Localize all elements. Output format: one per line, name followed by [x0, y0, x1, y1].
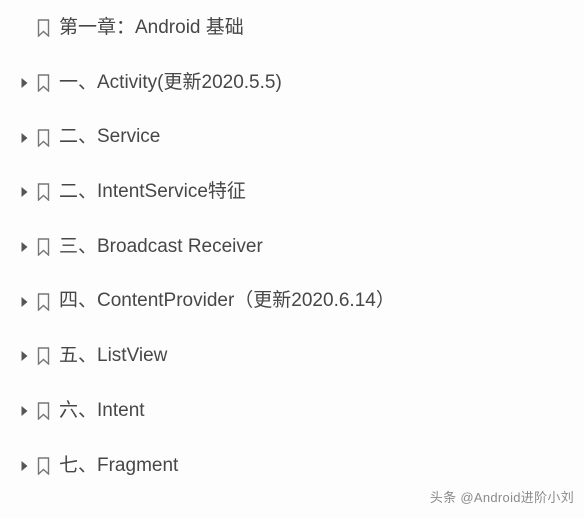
outline-list: 第一章：Android 基础 一、Activity(更新2020.5.5) 二、… [18, 16, 584, 478]
bookmark-icon [36, 74, 51, 92]
outline-item-label: 七、Fragment [59, 454, 178, 479]
outline-item-label: 六、Intent [59, 399, 145, 424]
expand-arrow-icon[interactable] [18, 460, 30, 472]
outline-item[interactable]: 二、IntentService特征 [18, 180, 584, 205]
outline-item-label: 四、ContentProvider（更新2020.6.14） [59, 289, 395, 314]
outline-item[interactable]: 四、ContentProvider（更新2020.6.14） [18, 289, 584, 314]
outline-item-label: 一、Activity(更新2020.5.5) [59, 71, 282, 96]
outline-item[interactable]: 二、Service [18, 125, 584, 150]
bookmark-icon [36, 19, 51, 37]
outline-item[interactable]: 六、Intent [18, 399, 584, 424]
bookmark-icon [36, 129, 51, 147]
outline-item[interactable]: 三、Broadcast Receiver [18, 235, 584, 260]
bookmark-icon [36, 347, 51, 365]
expand-arrow-icon[interactable] [18, 132, 30, 144]
bookmark-icon [36, 183, 51, 201]
outline-item[interactable]: 七、Fragment [18, 454, 584, 479]
outline-item-label: 第一章：Android 基础 [59, 16, 244, 41]
outline-item[interactable]: 一、Activity(更新2020.5.5) [18, 71, 584, 96]
outline-item-label: 二、Service [59, 125, 160, 150]
outline-item[interactable]: 第一章：Android 基础 [18, 16, 584, 41]
bookmark-icon [36, 293, 51, 311]
expand-arrow-icon[interactable] [18, 405, 30, 417]
outline-item-label: 二、IntentService特征 [59, 180, 246, 205]
expand-arrow-icon[interactable] [18, 296, 30, 308]
outline-item-label: 三、Broadcast Receiver [59, 235, 263, 260]
watermark-text: 头条 @Android进阶小刘 [430, 487, 574, 506]
expand-arrow-icon[interactable] [18, 241, 30, 253]
expand-arrow-icon[interactable] [18, 77, 30, 89]
bookmark-icon [36, 238, 51, 256]
bookmark-icon [36, 402, 51, 420]
outline-item[interactable]: 五、ListView [18, 344, 584, 369]
expand-arrow-icon[interactable] [18, 186, 30, 198]
outline-item-label: 五、ListView [59, 344, 167, 369]
expand-arrow-icon[interactable] [18, 350, 30, 362]
bookmark-icon [36, 457, 51, 475]
